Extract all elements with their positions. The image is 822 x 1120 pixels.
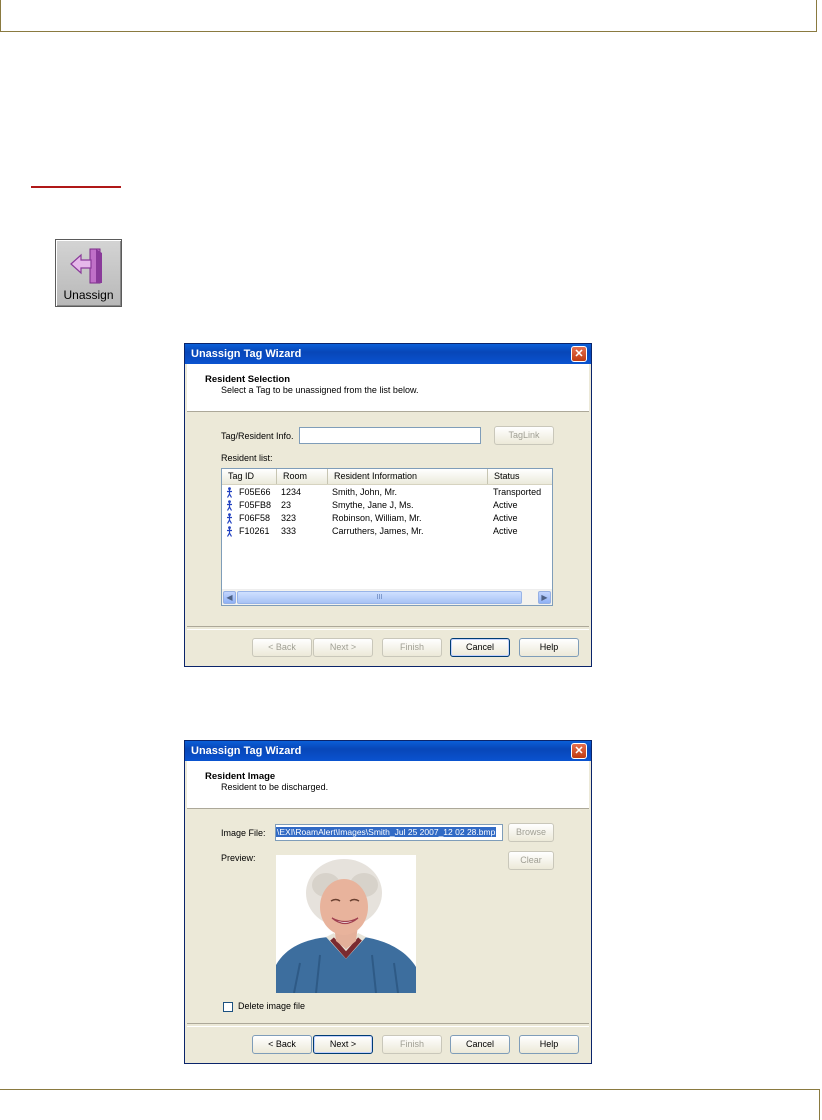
image-file-label: Image File: <box>221 828 266 838</box>
unassign-button-label: Unassign <box>63 288 114 302</box>
image-file-field[interactable]: \EXI\RoamAlert\Images\Smith_Jul 25 2007_… <box>275 824 503 841</box>
column-header-room[interactable]: Room <box>277 469 328 484</box>
section-rule <box>31 186 121 188</box>
unassign-tag-wizard-dialog-resident-image: Unassign Tag Wizard ✕ Resident Image Res… <box>184 740 592 1064</box>
wizard-heading: Resident Selection <box>205 374 290 385</box>
unassign-button[interactable]: Unassign <box>55 239 122 307</box>
table-row[interactable]: F10261 333 Carruthers, James, Mr. Active <box>222 525 552 538</box>
row-tag-id: F05E66 <box>239 487 271 497</box>
help-button[interactable]: Help <box>519 638 579 657</box>
tag-person-icon <box>226 487 233 498</box>
row-resident-info: Carruthers, James, Mr. <box>332 526 424 536</box>
close-button[interactable]: ✕ <box>571 346 587 362</box>
dialog-title: Unassign Tag Wizard <box>191 745 302 757</box>
back-button[interactable]: < Back <box>252 1035 312 1054</box>
wizard-header: Resident Image Resident to be discharged… <box>187 761 589 809</box>
scroll-thumb[interactable]: III <box>237 591 522 604</box>
cancel-button[interactable]: Cancel <box>450 1035 510 1054</box>
column-header-tag-id[interactable]: Tag ID <box>222 469 277 484</box>
scroll-right-icon[interactable]: ▶ <box>538 591 551 604</box>
row-tag-id: F10261 <box>239 526 270 536</box>
image-file-value: \EXI\RoamAlert\Images\Smith_Jul 25 2007_… <box>276 827 497 837</box>
dialog-titlebar[interactable]: Unassign Tag Wizard ✕ <box>185 344 591 364</box>
clear-button[interactable]: Clear <box>508 851 554 870</box>
row-room: 333 <box>281 526 297 536</box>
taglink-button[interactable]: TagLink <box>494 426 554 445</box>
tag-person-icon <box>226 500 233 511</box>
table-row[interactable]: F05FB8 23 Smythe, Jane J, Ms. Active <box>222 499 552 512</box>
footer-separator <box>187 1023 589 1027</box>
page-header-frame <box>0 0 817 32</box>
dialog-title: Unassign Tag Wizard <box>191 348 302 360</box>
resident-list[interactable]: Tag ID Room Resident Information Status … <box>221 468 553 606</box>
footer-separator <box>187 626 589 630</box>
delete-image-label: Delete image file <box>238 1001 306 1011</box>
wizard-subheading: Resident to be discharged. <box>221 782 329 792</box>
wizard-header: Resident Selection Select a Tag to be un… <box>187 364 589 412</box>
close-icon: ✕ <box>574 348 584 360</box>
tag-person-icon <box>226 513 233 524</box>
row-resident-info: Smith, John, Mr. <box>332 487 398 497</box>
tag-info-input[interactable] <box>299 427 481 444</box>
back-button[interactable]: < Back <box>252 638 312 657</box>
row-room: 23 <box>281 500 292 510</box>
page-footer-frame <box>0 1089 820 1120</box>
wizard-heading: Resident Image <box>205 771 276 782</box>
row-status: Active <box>493 513 518 523</box>
row-status: Transported <box>493 487 542 497</box>
row-tag-id: F05FB8 <box>239 500 272 510</box>
unassign-tag-wizard-dialog-resident-selection: Unassign Tag Wizard ✕ Resident Selection… <box>184 343 592 667</box>
column-header-resident-information[interactable]: Resident Information <box>328 469 488 484</box>
next-button[interactable]: Next > <box>313 638 373 657</box>
preview-label: Preview: <box>221 853 256 863</box>
resident-list-header: Tag ID Room Resident Information Status <box>222 469 552 485</box>
cancel-button[interactable]: Cancel <box>450 638 510 657</box>
wizard-subheading: Select a Tag to be unassigned from the l… <box>221 385 419 395</box>
row-status: Active <box>493 500 518 510</box>
tag-info-label: Tag/Resident Info. <box>221 431 294 441</box>
table-row[interactable]: F05E66 1234 Smith, John, Mr. Transported <box>222 486 552 499</box>
horizontal-scrollbar[interactable]: ◀ III ▶ <box>222 589 552 605</box>
tag-person-icon <box>226 526 233 537</box>
browse-button[interactable]: Browse <box>508 823 554 842</box>
close-icon: ✕ <box>574 745 584 757</box>
next-button[interactable]: Next > <box>313 1035 373 1054</box>
scroll-left-icon[interactable]: ◀ <box>223 591 236 604</box>
delete-image-checkbox[interactable] <box>223 1002 233 1012</box>
resident-list-label: Resident list: <box>221 453 273 463</box>
row-status: Active <box>493 526 518 536</box>
row-resident-info: Robinson, William, Mr. <box>332 513 422 523</box>
row-room: 1234 <box>281 487 302 497</box>
dialog-titlebar[interactable]: Unassign Tag Wizard ✕ <box>185 741 591 761</box>
row-resident-info: Smythe, Jane J, Ms. <box>332 500 414 510</box>
table-row[interactable]: F06F58 323 Robinson, William, Mr. Active <box>222 512 552 525</box>
close-button[interactable]: ✕ <box>571 743 587 759</box>
finish-button[interactable]: Finish <box>382 638 442 657</box>
row-tag-id: F06F58 <box>239 513 271 523</box>
column-header-status[interactable]: Status <box>488 469 552 484</box>
help-button[interactable]: Help <box>519 1035 579 1054</box>
unassign-door-icon <box>70 248 102 284</box>
resident-photo <box>276 855 416 993</box>
finish-button[interactable]: Finish <box>382 1035 442 1054</box>
row-room: 323 <box>281 513 297 523</box>
